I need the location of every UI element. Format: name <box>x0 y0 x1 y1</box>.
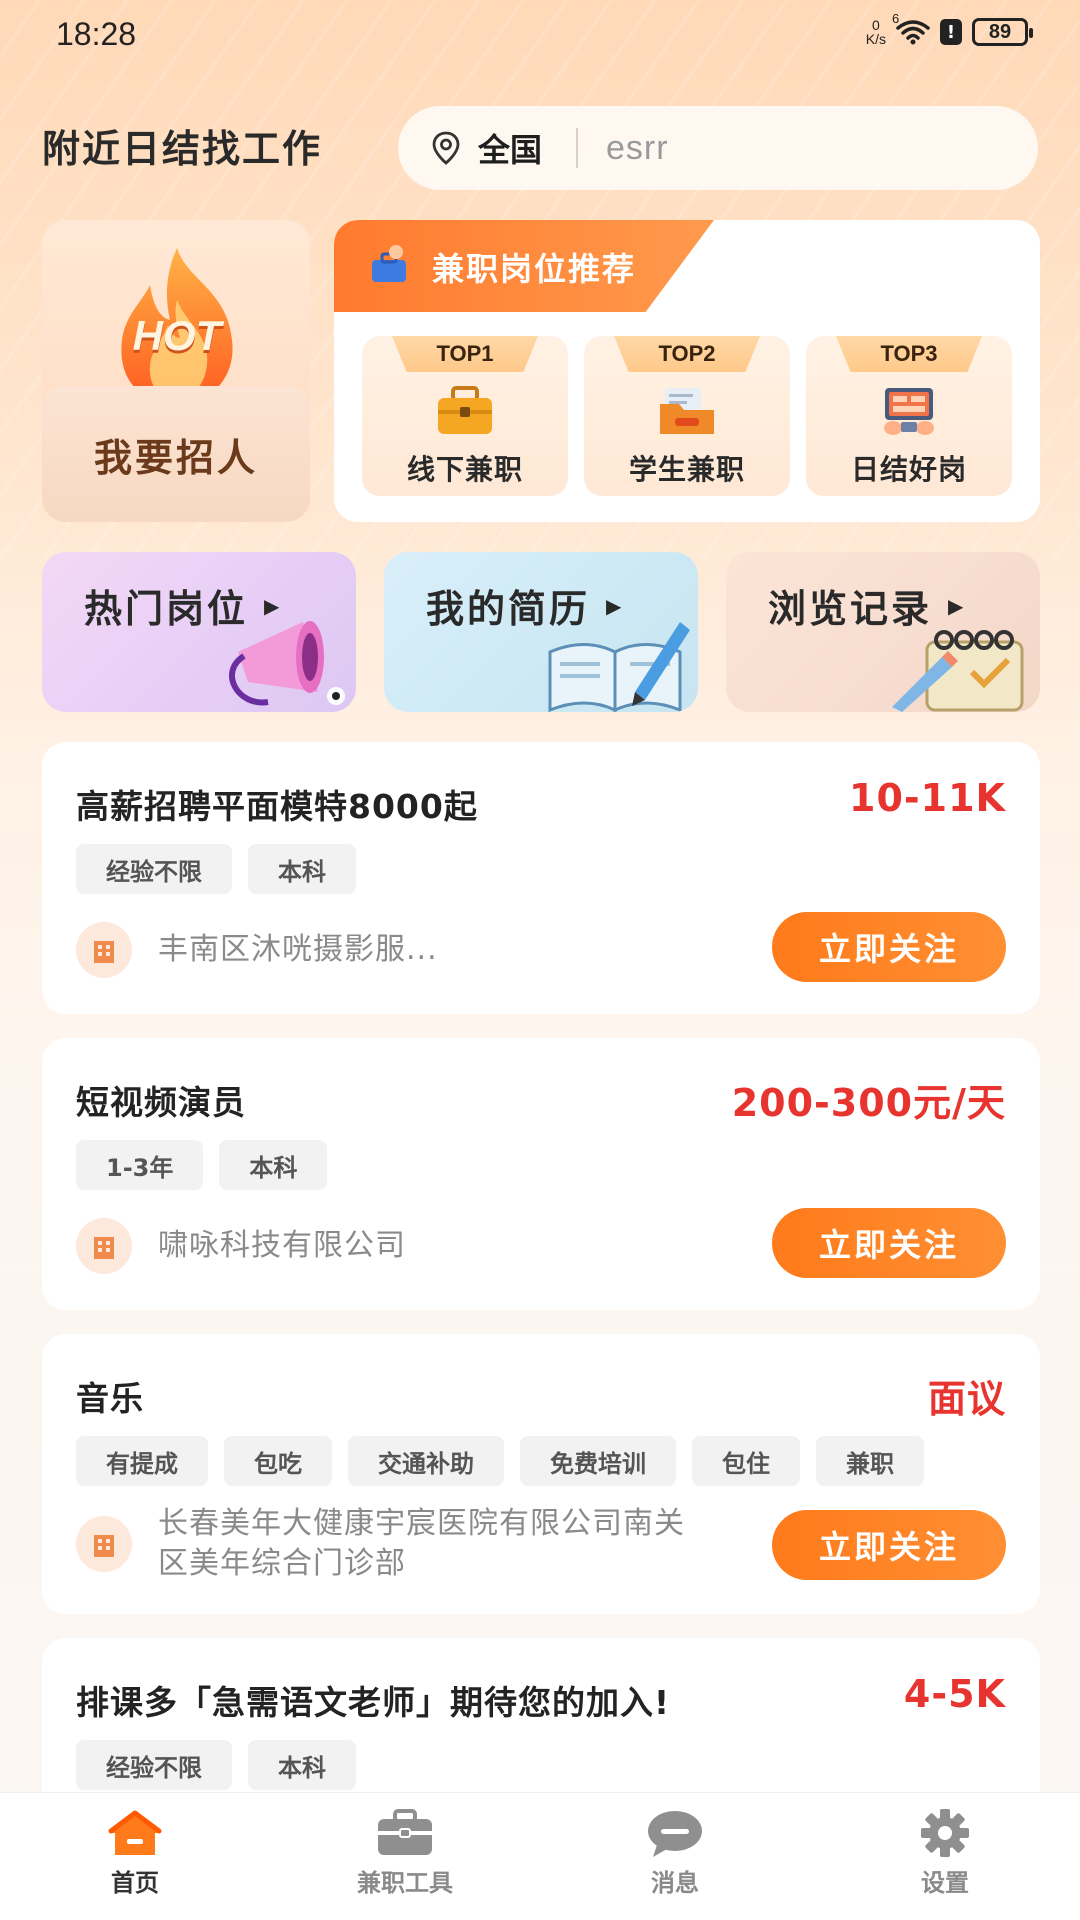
job-tags: 经验不限 本科 <box>76 844 356 894</box>
job-tag: 经验不限 <box>76 1740 232 1790</box>
job-tag: 交通补助 <box>348 1436 504 1486</box>
book-pencil-icon <box>548 622 690 712</box>
net-speed-unit: K/s <box>865 31 886 47</box>
laptop-icon <box>884 388 934 435</box>
nav-label: 设置 <box>921 1869 969 1897</box>
notification-alert-icon: ! <box>940 19 962 45</box>
net-speed: 0 K/s <box>866 18 886 46</box>
job-tags: 有提成 包吃 交通补助 免费培训 包住 兼职 <box>76 1436 924 1486</box>
search-input[interactable]: esrr <box>606 129 669 168</box>
company-name: 啸咏科技有限公司 <box>158 1228 406 1263</box>
nav-label: 消息 <box>651 1869 699 1897</box>
top-item-label: 日结好岗 <box>850 453 967 486</box>
job-card[interactable]: 音乐 面议 有提成 包吃 交通补助 免费培训 包住 兼职 长春美年大健康宇宸医院… <box>42 1334 1040 1614</box>
nav-item-tools[interactable]: 兼职工具 <box>325 1807 485 1898</box>
recommend-panel: 兼职岗位推荐 TOP1 线下兼职 TOP2 学生兼职 TOP3 日结好岗 <box>334 220 1040 522</box>
nav-item-home[interactable]: 首页 <box>55 1807 215 1898</box>
top-item-label: 线下兼职 <box>406 453 523 486</box>
top-item-student[interactable]: TOP2 学生兼职 <box>584 336 790 496</box>
calendar-pencil-icon <box>892 630 1024 712</box>
job-tag: 包吃 <box>224 1436 332 1486</box>
top-rank-badge: TOP2 <box>614 336 760 372</box>
recommend-title: 兼职岗位推荐 <box>432 250 637 288</box>
job-title: 短视频演员 <box>76 1083 246 1122</box>
job-tag: 免费培训 <box>520 1436 676 1486</box>
job-company: 丰南区沐咣摄影服... <box>76 922 438 978</box>
job-card[interactable]: 高薪招聘平面模特8000起 10-11K 经验不限 本科 丰南区沐咣摄影服...… <box>42 742 1040 1014</box>
hot-badge-text: HOT <box>132 312 222 359</box>
status-bar: 18:28 0 K/s 6 ! 89 <box>0 0 1080 72</box>
nav-label: 兼职工具 <box>357 1869 453 1897</box>
nav-item-settings[interactable]: 设置 <box>865 1807 1025 1898</box>
top-rank-badge: TOP3 <box>836 336 982 372</box>
briefcase-icon <box>378 1809 432 1855</box>
top-item-label: 学生兼职 <box>628 453 745 486</box>
company-name: 长春美年大健康宇宸医院有限公司南关 区美年综合门诊部 <box>158 1504 748 1584</box>
company-name-line: 长春美年大健康宇宸医院有限公司南关 <box>158 1506 685 1541</box>
gear-icon <box>921 1809 969 1857</box>
region-selector[interactable]: 全国 <box>478 125 542 171</box>
job-tag: 本科 <box>248 844 356 894</box>
status-icons: 0 K/s 6 ! 89 <box>866 11 1033 46</box>
job-company: 长春美年大健康宇宸医院有限公司南关 区美年综合门诊部 <box>76 1504 748 1584</box>
job-title: 音乐 <box>76 1379 144 1418</box>
top-item-offline[interactable]: TOP1 线下兼职 <box>362 336 568 496</box>
wifi-sup: 6 <box>892 11 900 26</box>
building-icon <box>76 1218 132 1274</box>
megaphone-icon <box>229 621 345 706</box>
job-tag: 包住 <box>692 1436 800 1486</box>
job-salary: 10-11K <box>849 776 1006 820</box>
job-salary: 4-5K <box>903 1672 1006 1716</box>
location-pin-icon[interactable] <box>428 130 464 166</box>
folder-icon <box>660 388 714 434</box>
status-time: 18:28 <box>56 16 137 52</box>
job-tag: 有提成 <box>76 1436 208 1486</box>
quick-link-history[interactable]: 浏览记录 ▶ <box>726 552 1040 712</box>
top-item-daily[interactable]: TOP3 日结好岗 <box>806 336 1012 496</box>
recruit-button[interactable]: 我要招人 <box>42 386 310 522</box>
job-salary: 200-300元/天 <box>731 1081 1006 1125</box>
job-card[interactable]: 短视频演员 200-300元/天 1-3年 本科 啸咏科技有限公司 立即关注 <box>42 1038 1040 1310</box>
chat-icon <box>648 1811 702 1857</box>
follow-button[interactable]: 立即关注 <box>772 1510 1006 1580</box>
job-title: 排课多「急需语文老师」期待您的加入! <box>76 1683 671 1722</box>
job-tags: 1-3年 本科 <box>76 1140 328 1190</box>
recruit-card[interactable]: HOT 我要招人 <box>42 220 310 522</box>
company-name-line: 区美年综合门诊部 <box>158 1546 406 1581</box>
job-tag: 1-3年 <box>76 1140 204 1190</box>
nav-item-messages[interactable]: 消息 <box>595 1807 755 1898</box>
job-tag: 经验不限 <box>76 844 232 894</box>
building-icon <box>76 1516 132 1572</box>
battery-indicator: 89 <box>972 18 1033 46</box>
job-tag: 本科 <box>248 1740 356 1790</box>
job-salary: 面议 <box>927 1377 1006 1421</box>
briefcase-hand-icon <box>372 245 406 282</box>
briefcase-icon <box>438 386 492 434</box>
nav-label: 首页 <box>111 1869 159 1897</box>
follow-button[interactable]: 立即关注 <box>772 1208 1006 1278</box>
job-tags: 经验不限 本科 <box>76 1740 356 1790</box>
quick-link-my-resume[interactable]: 我的简历 ▶ <box>384 552 698 712</box>
net-speed-value: 0 <box>871 17 880 33</box>
bottom-navigation: 首页 兼职工具 消息 设置 <box>0 1792 1080 1920</box>
search-bar[interactable]: 全国 esrr <box>398 106 1038 190</box>
job-tag: 兼职 <box>816 1436 924 1486</box>
wifi-icon: 6 <box>892 11 930 45</box>
home-icon <box>108 1810 162 1855</box>
follow-button[interactable]: 立即关注 <box>772 912 1006 982</box>
page-title: 附近日结找工作 <box>42 127 323 171</box>
search-divider <box>576 128 579 168</box>
top-rank-badge: TOP1 <box>392 336 538 372</box>
job-tag: 本科 <box>219 1140 328 1190</box>
building-icon <box>76 922 132 978</box>
quick-link-hot-jobs[interactable]: 热门岗位 ▶ <box>42 552 356 712</box>
job-company: 啸咏科技有限公司 <box>76 1218 406 1274</box>
job-title: 高薪招聘平面模特8000起 <box>76 787 478 826</box>
company-name: 丰南区沐咣摄影服... <box>158 932 438 967</box>
